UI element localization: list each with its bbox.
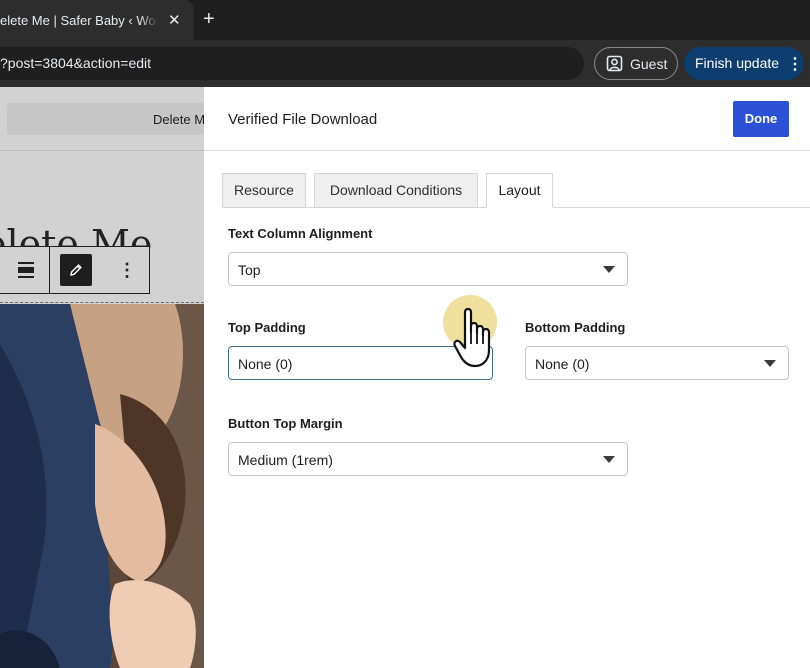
browser-toolbar: ?post=3804&action=edit Guest Finish upda… (0, 40, 810, 87)
select-value: Medium (1rem) (238, 452, 333, 468)
text-column-alignment-select[interactable]: Top (228, 252, 628, 286)
address-bar[interactable]: ?post=3804&action=edit (0, 47, 584, 80)
kebab-menu-icon[interactable]: ⋮ (787, 54, 803, 74)
bottom-padding-select[interactable]: None (0) (525, 346, 789, 380)
finish-update-button[interactable]: Finish update ⋮ (684, 47, 804, 80)
pencil-icon (70, 264, 82, 276)
address-url: ?post=3804&action=edit (0, 55, 152, 71)
more-options-icon[interactable]: ⋮ (118, 260, 136, 281)
tab-download-conditions[interactable]: Download Conditions (314, 173, 478, 208)
tab-resource[interactable]: Resource (222, 173, 306, 208)
select-value: None (0) (535, 356, 590, 372)
chevron-down-icon (603, 456, 615, 463)
text-column-alignment-label: Text Column Alignment (228, 226, 373, 241)
select-value: Top (238, 262, 261, 278)
browser-tab-strip: elete Me | Safer Baby ‹ Work ✕ + (0, 0, 810, 40)
block-toolbar: ⋮ (0, 246, 150, 294)
done-button[interactable]: Done (733, 101, 789, 137)
tab-title: elete Me | Safer Baby ‹ Work (0, 13, 158, 28)
bottom-padding-label: Bottom Padding (525, 320, 626, 335)
block-selection-outline (0, 302, 204, 303)
finish-update-label: Finish update (695, 55, 780, 71)
chevron-down-icon (603, 266, 615, 273)
panel-header: Verified File Download Done (204, 87, 810, 151)
guest-profile-icon (606, 55, 623, 72)
editor-canvas: Delete M elete Me ⋮ (0, 87, 204, 668)
edit-button[interactable] (60, 254, 92, 286)
hero-photo (0, 304, 204, 668)
toolbar-divider (49, 247, 50, 293)
close-tab-icon[interactable]: ✕ (168, 11, 181, 29)
guest-profile-button[interactable]: Guest (594, 47, 678, 80)
select-value: None (0) (238, 356, 293, 372)
hand-pointer-icon (453, 307, 491, 368)
browser-tab[interactable]: elete Me | Safer Baby ‹ Work ✕ (0, 0, 194, 40)
panel-title: Verified File Download (228, 111, 378, 128)
tab-layout[interactable]: Layout (486, 173, 553, 208)
guest-label: Guest (630, 56, 668, 72)
editor-top-bar: Delete M (0, 87, 204, 151)
document-title-field[interactable]: Delete M (7, 103, 204, 135)
top-padding-label: Top Padding (228, 320, 306, 335)
new-tab-icon[interactable]: + (203, 8, 215, 31)
button-top-margin-label: Button Top Margin (228, 416, 343, 431)
chevron-down-icon (764, 360, 776, 367)
button-top-margin-select[interactable]: Medium (1rem) (228, 442, 628, 476)
document-title-text: Delete M (153, 112, 204, 127)
align-icon[interactable] (17, 261, 35, 279)
block-settings-panel: Verified File Download Done Resource Dow… (204, 87, 810, 668)
